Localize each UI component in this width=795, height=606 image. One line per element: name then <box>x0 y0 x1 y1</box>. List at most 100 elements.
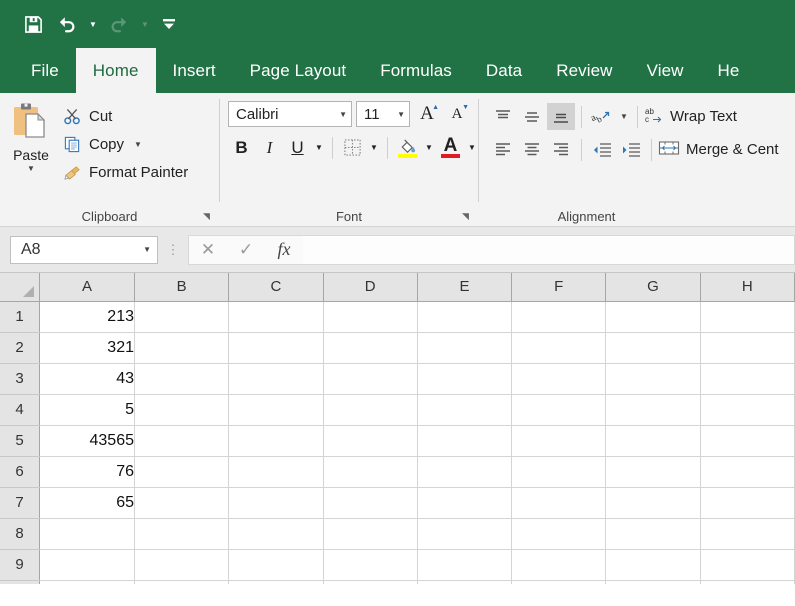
tab-formulas[interactable]: Formulas <box>363 48 469 93</box>
cell-F5[interactable] <box>511 425 607 457</box>
italic-button[interactable]: I <box>256 134 283 161</box>
borders-dropdown-icon[interactable]: ▼ <box>367 134 381 161</box>
font-color-dropdown-icon[interactable]: ▼ <box>465 134 479 161</box>
merge-center-button[interactable]: Merge & Cent <box>658 136 779 163</box>
cell-F3[interactable] <box>511 363 607 395</box>
cell-A9[interactable] <box>39 549 135 581</box>
cell-D1[interactable] <box>323 301 418 333</box>
tab-data[interactable]: Data <box>469 48 539 93</box>
cell-D7[interactable] <box>323 487 418 519</box>
cell-A4[interactable]: 5 <box>39 394 135 426</box>
cell-B7[interactable] <box>134 487 230 519</box>
cell-G7[interactable] <box>605 487 701 519</box>
cell-D3[interactable] <box>323 363 418 395</box>
cell-H1[interactable] <box>700 301 795 333</box>
orientation-dropdown-icon[interactable]: ▼ <box>617 103 631 130</box>
cell-H7[interactable] <box>700 487 795 519</box>
cell-D2[interactable] <box>323 332 418 364</box>
cell-E8[interactable] <box>417 518 513 550</box>
copy-dropdown-icon[interactable]: ▼ <box>134 140 142 149</box>
cell-H10[interactable] <box>700 580 795 584</box>
cut-button[interactable]: Cut <box>62 103 192 129</box>
cell-C2[interactable] <box>228 332 324 364</box>
cell-H6[interactable] <box>700 456 795 488</box>
formula-input[interactable] <box>303 234 795 265</box>
column-header-h[interactable]: H <box>700 273 795 302</box>
row-header-5[interactable]: 5 <box>0 425 41 457</box>
cell-D6[interactable] <box>323 456 418 488</box>
align-left-button[interactable] <box>489 136 517 163</box>
cell-F9[interactable] <box>511 549 607 581</box>
cell-F2[interactable] <box>511 332 607 364</box>
tab-review[interactable]: Review <box>539 48 629 93</box>
column-header-c[interactable]: C <box>228 273 324 302</box>
row-header-6[interactable]: 6 <box>0 456 41 488</box>
undo-icon[interactable] <box>52 9 82 39</box>
fill-color-button[interactable] <box>394 134 421 161</box>
cell-G10[interactable] <box>605 580 701 584</box>
cell-C9[interactable] <box>228 549 324 581</box>
column-header-d[interactable]: D <box>323 273 418 302</box>
column-header-e[interactable]: E <box>417 273 513 302</box>
cell-H3[interactable] <box>700 363 795 395</box>
align-middle-button[interactable] <box>518 103 546 130</box>
font-family-combobox[interactable]: Calibri ▼ <box>228 101 352 127</box>
row-header-3[interactable]: 3 <box>0 363 41 395</box>
cell-H8[interactable] <box>700 518 795 550</box>
cell-B8[interactable] <box>134 518 230 550</box>
cell-A8[interactable] <box>39 518 135 550</box>
font-color-button[interactable]: A <box>437 134 464 161</box>
name-box[interactable]: A8 ▼ <box>10 235 158 264</box>
tab-help[interactable]: He <box>701 48 757 93</box>
cell-C10[interactable] <box>228 580 324 584</box>
cell-H5[interactable] <box>700 425 795 457</box>
increase-font-size-button[interactable]: A ▲ <box>414 101 440 127</box>
cell-E2[interactable] <box>417 332 513 364</box>
column-header-g[interactable]: G <box>605 273 701 302</box>
select-all-corner[interactable] <box>0 273 41 302</box>
cancel-formula-button[interactable]: ✕ <box>189 236 227 264</box>
wrap-text-button[interactable]: ab c Wrap Text <box>644 103 737 130</box>
cell-A7[interactable]: 65 <box>39 487 135 519</box>
cell-C6[interactable] <box>228 456 324 488</box>
fill-color-dropdown-icon[interactable]: ▼ <box>422 134 436 161</box>
cell-H9[interactable] <box>700 549 795 581</box>
cell-D5[interactable] <box>323 425 418 457</box>
cell-F10[interactable] <box>511 580 607 584</box>
cell-E1[interactable] <box>417 301 513 333</box>
cell-E6[interactable] <box>417 456 513 488</box>
format-painter-button[interactable]: Format Painter <box>62 159 192 185</box>
column-header-f[interactable]: F <box>511 273 607 302</box>
cell-F1[interactable] <box>511 301 607 333</box>
cell-B3[interactable] <box>134 363 230 395</box>
cell-E9[interactable] <box>417 549 513 581</box>
paste-button[interactable]: Paste ▼ <box>0 99 62 173</box>
cell-H2[interactable] <box>700 332 795 364</box>
align-bottom-button[interactable] <box>547 103 575 130</box>
cell-A10[interactable] <box>39 580 135 584</box>
cell-B6[interactable] <box>134 456 230 488</box>
column-header-a[interactable]: A <box>39 273 135 302</box>
cell-D8[interactable] <box>323 518 418 550</box>
row-header-2[interactable]: 2 <box>0 332 41 364</box>
redo-dropdown-icon[interactable]: ▼ <box>138 9 152 39</box>
column-header-b[interactable]: B <box>134 273 230 302</box>
cell-C7[interactable] <box>228 487 324 519</box>
cell-A6[interactable]: 76 <box>39 456 135 488</box>
cell-C3[interactable] <box>228 363 324 395</box>
cell-B4[interactable] <box>134 394 230 426</box>
cell-E7[interactable] <box>417 487 513 519</box>
row-header-10[interactable]: 10 <box>0 580 41 584</box>
row-header-9[interactable]: 9 <box>0 549 41 581</box>
paste-dropdown-icon[interactable]: ▼ <box>27 164 35 173</box>
customize-quick-access-toolbar-icon[interactable] <box>156 9 182 39</box>
cell-E4[interactable] <box>417 394 513 426</box>
cell-F8[interactable] <box>511 518 607 550</box>
cell-G9[interactable] <box>605 549 701 581</box>
cell-F4[interactable] <box>511 394 607 426</box>
cell-B2[interactable] <box>134 332 230 364</box>
undo-dropdown-icon[interactable]: ▼ <box>86 9 100 39</box>
cell-G6[interactable] <box>605 456 701 488</box>
cell-E5[interactable] <box>417 425 513 457</box>
save-icon[interactable] <box>18 9 48 39</box>
